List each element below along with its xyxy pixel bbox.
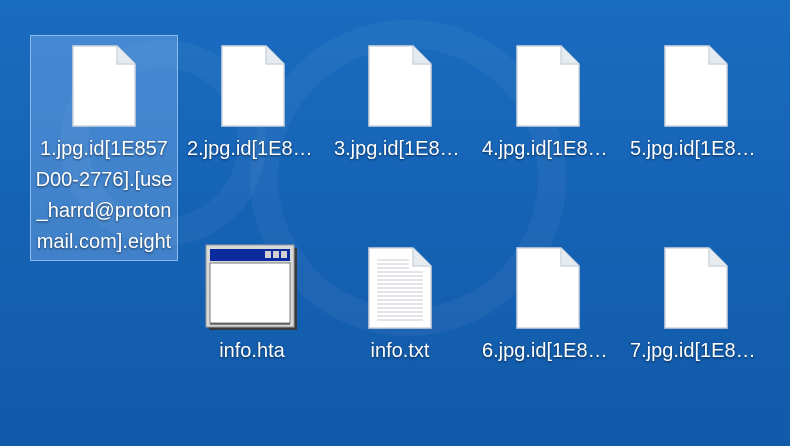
hta-application-icon <box>182 238 322 336</box>
file-label: 5.jpg.id[1E857D00-2776].[use_harrd@proto… <box>630 138 766 160</box>
file-item-6[interactable]: 6.jpg.id[1E857D00-2776].[use_harrd@proto… <box>478 238 618 369</box>
text-document-icon <box>330 238 470 336</box>
file-label: 7.jpg.id[1E857D00-2776].[use_harrd@proto… <box>630 340 766 362</box>
blank-document-icon <box>626 36 766 134</box>
file-item-3[interactable]: 3.jpg.id[1E857D00-2776].[use_harrd@proto… <box>330 36 470 167</box>
file-item-7[interactable]: 7.jpg.id[1E857D00-2776].[use_harrd@proto… <box>626 238 766 369</box>
file-label: 3.jpg.id[1E857D00-2776].[use_harrd@proto… <box>334 138 470 160</box>
blank-document-icon <box>478 238 618 336</box>
file-label: info.hta <box>219 340 285 362</box>
desktop: 1.jpg.id[1E857D00-2776].[use_harrd@proto… <box>0 0 790 446</box>
file-item-4[interactable]: 4.jpg.id[1E857D00-2776].[use_harrd@proto… <box>478 36 618 167</box>
file-item-info-hta[interactable]: info.hta <box>182 238 322 369</box>
file-label: 6.jpg.id[1E857D00-2776].[use_harrd@proto… <box>482 340 618 362</box>
file-item-5[interactable]: 5.jpg.id[1E857D00-2776].[use_harrd@proto… <box>626 36 766 167</box>
blank-document-icon <box>330 36 470 134</box>
blank-document-icon <box>478 36 618 134</box>
file-label: 2.jpg.id[1E857D00-2776].[use_harrd@proto… <box>187 138 323 160</box>
blank-document-icon <box>183 36 323 134</box>
blank-document-icon <box>31 36 177 134</box>
file-label: 1.jpg.id[1E857D00-2776].[use_harrd@proto… <box>35 138 173 253</box>
file-item-1[interactable]: 1.jpg.id[1E857D00-2776].[use_harrd@proto… <box>30 35 178 261</box>
blank-document-icon <box>626 238 766 336</box>
file-label: 4.jpg.id[1E857D00-2776].[use_harrd@proto… <box>482 138 618 160</box>
file-label: info.txt <box>370 340 430 362</box>
file-item-2[interactable]: 2.jpg.id[1E857D00-2776].[use_harrd@proto… <box>183 36 323 167</box>
watermark <box>28 250 131 423</box>
file-item-info-txt[interactable]: info.txt <box>330 238 470 369</box>
